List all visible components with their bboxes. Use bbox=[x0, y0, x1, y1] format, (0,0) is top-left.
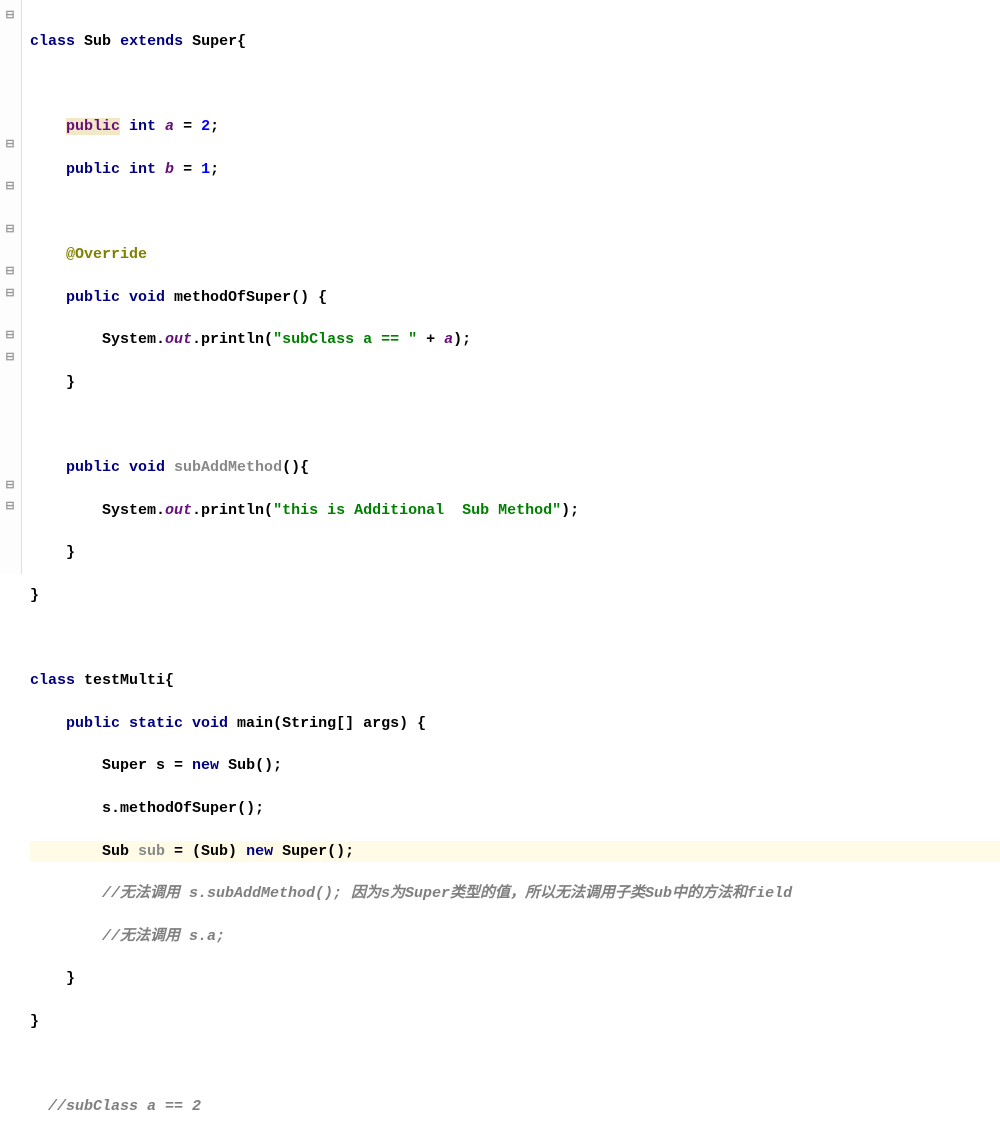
code-line: Super s = new Sub(); bbox=[30, 755, 1000, 776]
code-line: } bbox=[30, 585, 1000, 606]
fold-marker-icon[interactable]: ⊟ bbox=[4, 288, 16, 300]
fold-marker-icon[interactable]: ⊟ bbox=[4, 352, 16, 364]
fold-marker-icon[interactable]: ⊟ bbox=[4, 480, 16, 492]
code-line: //无法调用 s.a; bbox=[30, 926, 1000, 947]
code-line bbox=[30, 202, 1000, 223]
fold-marker-icon[interactable]: ⊟ bbox=[4, 181, 16, 193]
code-line-current: Sub sub = (Sub) new Super(); bbox=[30, 841, 1000, 862]
fold-marker-icon[interactable]: ⊟ bbox=[4, 224, 16, 236]
fold-marker-icon[interactable]: ⊟ bbox=[4, 139, 16, 151]
code-line: } bbox=[30, 1011, 1000, 1032]
code-line: public int a = 2; bbox=[30, 116, 1000, 137]
code-line: System.out.println("this is Additional S… bbox=[30, 500, 1000, 521]
code-line: } bbox=[30, 372, 1000, 393]
code-line: } bbox=[30, 542, 1000, 563]
fold-marker-icon[interactable]: ⊟ bbox=[4, 330, 16, 342]
code-line: //subClass a == 2 bbox=[30, 1096, 1000, 1117]
code-line: System.out.println("subClass a == " + a)… bbox=[30, 329, 1000, 350]
code-line: class testMulti{ bbox=[30, 670, 1000, 691]
code-line: public void methodOfSuper() { bbox=[30, 287, 1000, 308]
fold-marker-icon[interactable]: ⊟ bbox=[4, 10, 16, 22]
code-line bbox=[30, 628, 1000, 649]
code-line bbox=[30, 74, 1000, 95]
code-line: } bbox=[30, 968, 1000, 989]
code-editor[interactable]: class Sub extends Super{ public int a = … bbox=[22, 0, 1000, 574]
code-line bbox=[30, 415, 1000, 436]
code-line: s.methodOfSuper(); bbox=[30, 798, 1000, 819]
fold-marker-icon[interactable]: ⊟ bbox=[4, 501, 16, 513]
code-line bbox=[30, 1054, 1000, 1075]
code-line: @Override bbox=[30, 244, 1000, 265]
code-line: public void subAddMethod(){ bbox=[30, 457, 1000, 478]
code-line: class Sub extends Super{ bbox=[30, 31, 1000, 52]
fold-marker-icon[interactable]: ⊟ bbox=[4, 266, 16, 278]
code-line: public int b = 1; bbox=[30, 159, 1000, 180]
code-line: public static void main(String[] args) { bbox=[30, 713, 1000, 734]
gutter: ⊟ ⊟ ⊟ ⊟ ⊟ ⊟ ⊟ ⊟ ⊟ ⊟ bbox=[0, 0, 22, 574]
code-line: //无法调用 s.subAddMethod(); 因为s为Super类型的值，所… bbox=[30, 883, 1000, 904]
